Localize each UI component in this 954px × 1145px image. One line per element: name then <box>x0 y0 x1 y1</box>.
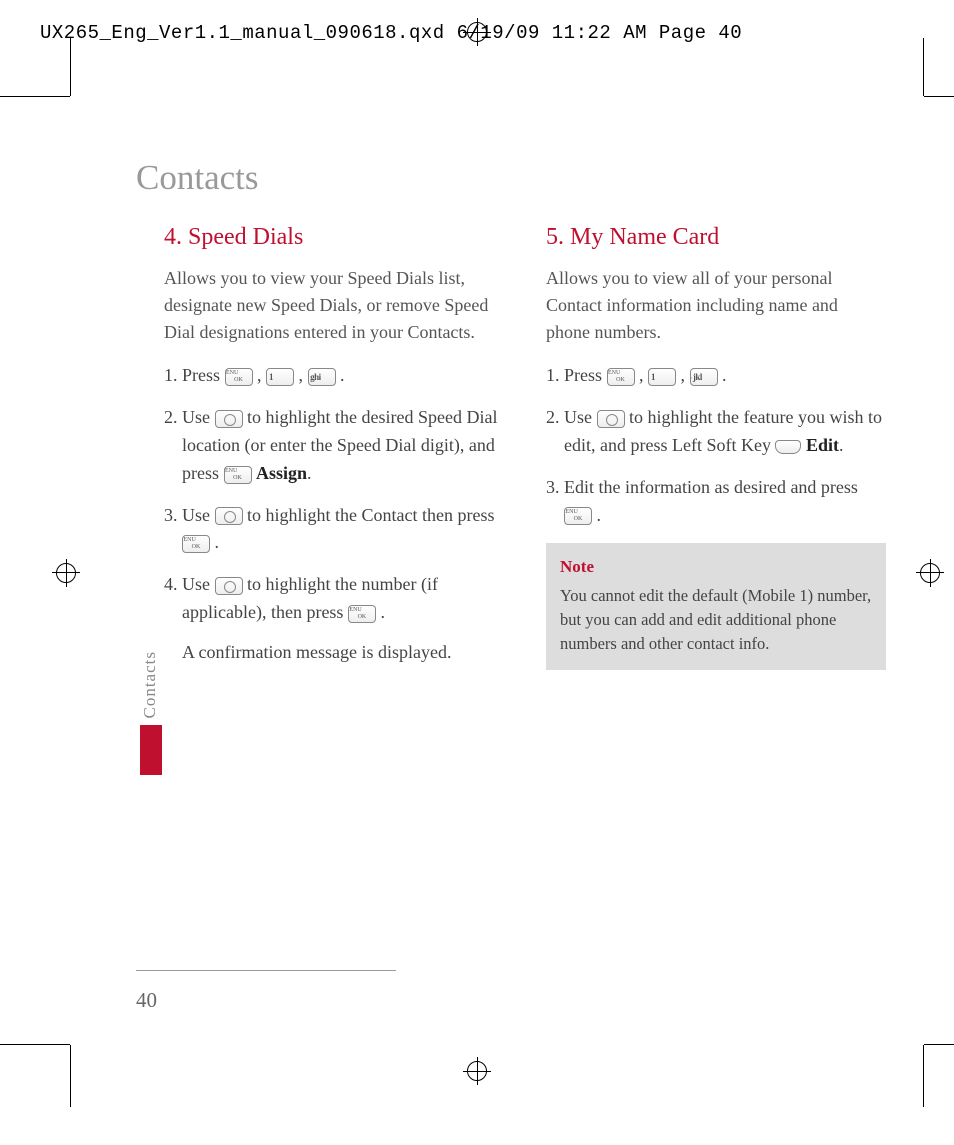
step-2: 2. Use to highlight the feature you wish… <box>546 404 886 460</box>
registration-mark-icon <box>463 1057 491 1085</box>
note-box: Note You cannot edit the default (Mobile… <box>546 543 886 669</box>
page-number: 40 <box>136 988 157 1013</box>
section-tab-label: Contacts <box>140 651 160 719</box>
nav-key-icon <box>215 577 243 595</box>
column-left: 4. Speed Dials Allows you to view your S… <box>164 224 504 681</box>
intro-text: Allows you to view your Speed Dials list… <box>164 265 504 346</box>
key-4-icon: 4 ghi <box>308 368 336 386</box>
menu-ok-key-icon <box>607 368 635 386</box>
step-1: 1. Press , 1 , 4 ghi . <box>164 362 504 390</box>
key-1-icon: 1 <box>648 368 676 386</box>
footer-rule <box>136 970 396 971</box>
key-1-icon: 1 <box>266 368 294 386</box>
nav-key-icon <box>215 410 243 428</box>
menu-ok-key-icon <box>564 507 592 525</box>
menu-ok-key-icon <box>225 368 253 386</box>
menu-ok-key-icon <box>182 535 210 553</box>
section-tab: Contacts <box>140 651 162 775</box>
nav-key-icon <box>597 410 625 428</box>
column-right: 5. My Name Card Allows you to view all o… <box>546 224 886 681</box>
step-3: 3. Edit the information as desired and p… <box>546 474 886 530</box>
confirmation-note: A confirmation message is displayed. <box>182 639 504 667</box>
menu-ok-key-icon <box>224 466 252 484</box>
nav-key-icon <box>215 507 243 525</box>
crop-mark <box>923 1045 924 1107</box>
section-heading-name-card: 5. My Name Card <box>546 224 886 251</box>
key-5-icon: 5 jkl <box>690 368 718 386</box>
intro-text: Allows you to view all of your personal … <box>546 265 886 346</box>
section-heading-speed-dials: 4. Speed Dials <box>164 224 504 251</box>
left-soft-key-icon <box>775 440 801 454</box>
crop-mark <box>0 1044 70 1045</box>
crop-mark <box>924 96 954 97</box>
crop-mark <box>70 38 71 96</box>
section-tab-bar <box>140 725 162 775</box>
crop-mark <box>70 1045 71 1107</box>
step-4: 4. Use to highlight the number (if appli… <box>164 571 504 667</box>
step-3: 3. Use to highlight the Contact then pre… <box>164 502 504 558</box>
menu-ok-key-icon <box>348 605 376 623</box>
page-title: Contacts <box>136 158 258 198</box>
note-body: You cannot edit the default (Mobile 1) n… <box>560 584 872 656</box>
page: Contacts Contacts 4. Speed Dials Allows … <box>70 96 924 1045</box>
crop-mark <box>924 1044 954 1045</box>
step-1: 1. Press , 1 , 5 jkl . <box>546 362 886 390</box>
note-heading: Note <box>560 555 872 580</box>
crop-mark <box>0 96 70 97</box>
step-2: 2. Use to highlight the desired Speed Di… <box>164 404 504 488</box>
print-header: UX265_Eng_Ver1.1_manual_090618.qxd 6/19/… <box>40 22 742 44</box>
registration-mark-icon <box>463 18 491 46</box>
crop-mark <box>923 38 924 96</box>
